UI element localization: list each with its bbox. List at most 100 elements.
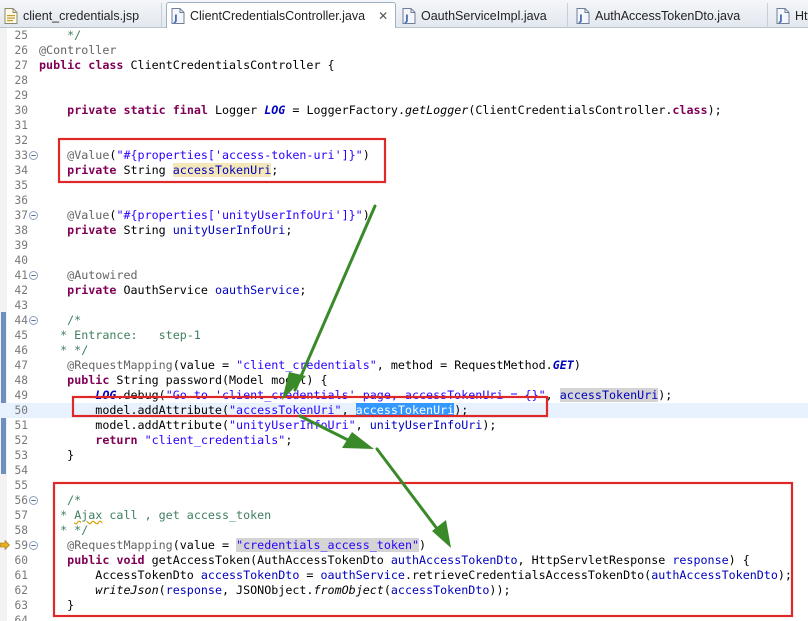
code-line[interactable]: 56 /*: [0, 493, 808, 508]
fold-collapse-icon[interactable]: [29, 496, 38, 505]
code-line[interactable]: 30 private static final Logger LOG = Log…: [0, 103, 808, 118]
code-line[interactable]: 47 @RequestMapping(value = "client_crede…: [0, 358, 808, 373]
code-line[interactable]: 51 model.addAttribute("unityUserInfoUri"…: [0, 418, 808, 433]
code-line[interactable]: 31: [0, 118, 808, 133]
code-line[interactable]: 27 public class ClientCredentialsControll…: [0, 58, 808, 73]
code-line[interactable]: 25 */: [0, 28, 808, 43]
code-line[interactable]: 28: [0, 73, 808, 88]
line-number: 38: [14, 224, 28, 237]
code-token: public: [39, 58, 82, 72]
code-token: String password(Model model) {: [109, 373, 328, 387]
fold-collapse-icon[interactable]: [29, 151, 38, 160]
code-token: model.addAttribute(: [39, 418, 229, 432]
code-line[interactable]: 50 model.addAttribute("accessTokenUri", …: [0, 403, 808, 418]
tab-label: AuthAccessTokenDto.java: [595, 8, 741, 23]
code-line[interactable]: 37 @Value("#{properties['unityUserInfoUr…: [0, 208, 808, 223]
fold-collapse-icon[interactable]: [29, 316, 38, 325]
code-token: , JSONObject.: [221, 583, 314, 597]
fold-collapse-icon[interactable]: [29, 541, 38, 550]
code-line[interactable]: 62 writeJson(response, JSONObject.fromOb…: [0, 583, 808, 598]
tab-client-credentials-jsp[interactable]: client_credentials.jsp: [0, 3, 162, 28]
close-tab-icon[interactable]: ✕: [378, 10, 388, 22]
code-token: accessTokenUri: [172, 163, 272, 177]
code-token: unityUserInfoUri: [172, 223, 286, 237]
code-token: ): [362, 208, 370, 222]
code-line[interactable]: 48 public String password(Model model) {: [0, 373, 808, 388]
code-token: */: [39, 28, 82, 42]
code-line[interactable]: 59 @RequestMapping(value = "credentials_…: [0, 538, 808, 553]
code-line[interactable]: 57 * Ajax call , get access_token: [0, 508, 808, 523]
code-line[interactable]: 43: [0, 298, 808, 313]
code-editor[interactable]: 25 */26 @Controller 27 public class ClientC…: [0, 28, 808, 621]
code-token: private: [67, 163, 117, 177]
code-line[interactable]: 39: [0, 238, 808, 253]
code-line[interactable]: 42 private OauthService oauthService;: [0, 283, 808, 298]
code-text: * Ajax call , get access_token: [39, 508, 271, 523]
line-number: 33: [14, 149, 28, 162]
code-token: LOG: [264, 103, 286, 117]
code-line[interactable]: 44 /*: [0, 313, 808, 328]
code-token: ;: [285, 433, 293, 447]
code-token: );: [777, 568, 792, 582]
code-text: AccessTokenDto accessTokenDto = oauthSer…: [39, 568, 792, 583]
line-number: 29: [14, 89, 28, 102]
code-token: authAccessTokenDto: [651, 568, 778, 582]
code-line[interactable]: 54: [0, 463, 808, 478]
code-token: * Entrance: step-1: [39, 328, 201, 342]
code-line[interactable]: 38 private String unityUserInfoUri;: [0, 223, 808, 238]
line-number: 59: [14, 539, 28, 552]
code-line[interactable]: 63 }: [0, 598, 808, 613]
code-text: * Entrance: step-1: [39, 328, 201, 343]
code-line[interactable]: 40: [0, 253, 808, 268]
tab-http-truncated[interactable]: J Http: [772, 3, 808, 28]
code-line[interactable]: 32: [0, 133, 808, 148]
code-line[interactable]: 60 public void getAccessToken(AuthAccess…: [0, 553, 808, 568]
code-token: );: [658, 388, 673, 402]
code-line[interactable]: 26 @Controller: [0, 43, 808, 58]
code-line[interactable]: 36: [0, 193, 808, 208]
code-line[interactable]: 35: [0, 178, 808, 193]
code-line[interactable]: 52 return "client_credentials";: [0, 433, 808, 448]
code-text: }: [39, 448, 74, 463]
code-token: response: [672, 553, 729, 567]
code-token: * */: [39, 523, 89, 537]
line-number: 45: [14, 329, 28, 342]
fold-collapse-icon[interactable]: [29, 211, 38, 220]
code-line[interactable]: 45 * Entrance: step-1: [0, 328, 808, 343]
tab-clientcredentialscontroller-java[interactable]: J ClientCredentialsController.java ✕: [166, 2, 396, 29]
code-line[interactable]: 58 * */: [0, 523, 808, 538]
code-line[interactable]: 41 @Autowired: [0, 268, 808, 283]
code-token: =: [299, 568, 321, 582]
code-token: * */: [39, 343, 89, 357]
code-token: @Autowired: [67, 268, 138, 282]
code-line[interactable]: 61 AccessTokenDto accessTokenDto = oauth…: [0, 568, 808, 583]
line-number: 51: [14, 419, 28, 432]
tab-authaccesstokendto-java[interactable]: J AuthAccessTokenDto.java: [572, 3, 768, 28]
code-line[interactable]: 33 @Value("#{properties['access-token-ur…: [0, 148, 808, 163]
line-number: 37: [14, 209, 28, 222]
code-line[interactable]: 53 }: [0, 448, 808, 463]
code-token: OauthService: [116, 283, 215, 297]
tab-oauthserviceimpl-java[interactable]: J OauthServiceImpl.java: [398, 3, 568, 28]
fold-collapse-icon[interactable]: [29, 271, 38, 280]
code-token: response: [165, 583, 222, 597]
code-line[interactable]: 64: [0, 613, 808, 621]
line-number: 47: [14, 359, 28, 372]
code-token: "accessTokenUri": [229, 403, 342, 417]
code-line[interactable]: 55: [0, 478, 808, 493]
code-text: public String password(Model model) {: [39, 373, 328, 388]
tab-label: ClientCredentialsController.java: [190, 9, 366, 23]
code-token: void: [116, 553, 145, 567]
code-line[interactable]: 46 * */: [0, 343, 808, 358]
code-token: }: [39, 448, 75, 462]
code-line[interactable]: 29: [0, 88, 808, 103]
code-line[interactable]: 34 private String accessTokenUri;: [0, 163, 808, 178]
code-line[interactable]: 49 LOG.debug("Go to 'client_credentials'…: [0, 388, 808, 403]
editor-tab-bar: client_credentials.jsp J ClientCredentia…: [0, 0, 808, 29]
code-text: return "client_credentials";: [39, 433, 292, 448]
